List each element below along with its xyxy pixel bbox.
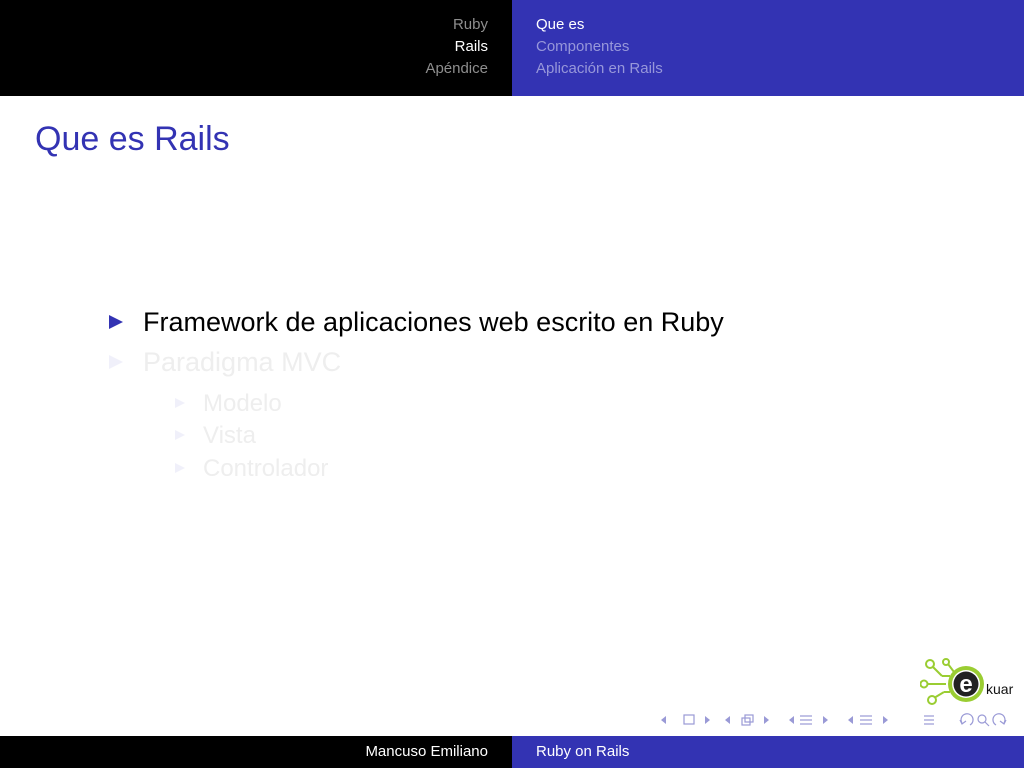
bullet-triangle-icon <box>109 315 123 329</box>
nav-section-ruby[interactable]: Ruby <box>453 16 488 34</box>
bullet-text: Vista <box>203 422 256 449</box>
subsection-nav: Que es Componentes Aplicación en Rails <box>512 0 1024 96</box>
frame-title: Que es Rails <box>35 120 230 158</box>
bullet-triangle-icon <box>175 398 185 408</box>
nav-section-apendice[interactable]: Apéndice <box>425 60 488 78</box>
prev-frame-icon[interactable] <box>661 716 666 724</box>
nav-subsection-componentes[interactable]: Componentes <box>536 38 629 56</box>
footer-title: Ruby on Rails <box>536 743 630 760</box>
subsection-icon[interactable] <box>741 714 754 726</box>
prev-subsection-list-icon[interactable] <box>848 716 853 724</box>
next-subsection-icon[interactable] <box>764 716 769 724</box>
next-frame-icon[interactable] <box>705 716 710 724</box>
logo-letter: e <box>959 671 972 698</box>
subsection-list-icon[interactable] <box>860 715 872 725</box>
footer-author-box: Mancuso Emiliano <box>0 736 512 768</box>
footer: Mancuso Emiliano Ruby on Rails <box>0 736 1024 768</box>
nav-subsection-aplicacion[interactable]: Aplicación en Rails <box>536 60 663 78</box>
prev-section-icon[interactable] <box>789 716 794 724</box>
frame-icon[interactable] <box>683 714 695 725</box>
prev-subsection-icon[interactable] <box>725 716 730 724</box>
bullet-text: Modelo <box>203 390 282 417</box>
nav-subsection-que-es[interactable]: Que es <box>536 16 584 34</box>
footer-author: Mancuso Emiliano <box>365 743 488 760</box>
bullet-triangle-icon <box>109 355 123 369</box>
footer-title-box: Ruby on Rails <box>512 736 1024 768</box>
ekuar-logo: e kuar <box>920 658 1014 705</box>
next-subsection-list-icon[interactable] <box>883 716 888 724</box>
bullet-text: Framework de aplicaciones web escrito en… <box>143 307 724 337</box>
logo-text: kuar <box>986 681 1014 697</box>
appendix-icon[interactable] <box>924 715 934 725</box>
search-icon[interactable] <box>977 714 990 727</box>
nav-section-rails[interactable]: Rails <box>455 38 488 56</box>
forward-icon[interactable] <box>992 713 1007 726</box>
bullet-triangle-icon <box>175 463 185 473</box>
section-nav: Ruby Rails Apéndice <box>0 0 512 96</box>
bullet-text: Paradigma MVC <box>143 347 342 377</box>
bullet-text: Controlador <box>203 455 329 482</box>
section-icon[interactable] <box>800 715 812 725</box>
back-icon[interactable] <box>959 713 974 726</box>
slide: Ruby Rails Apéndice Que es Componentes A… <box>0 0 1024 768</box>
next-section-icon[interactable] <box>823 716 828 724</box>
header-navigation: Ruby Rails Apéndice Que es Componentes A… <box>0 0 1024 96</box>
bullet-triangle-icon <box>175 430 185 440</box>
beamer-nav-icons <box>661 713 1007 727</box>
